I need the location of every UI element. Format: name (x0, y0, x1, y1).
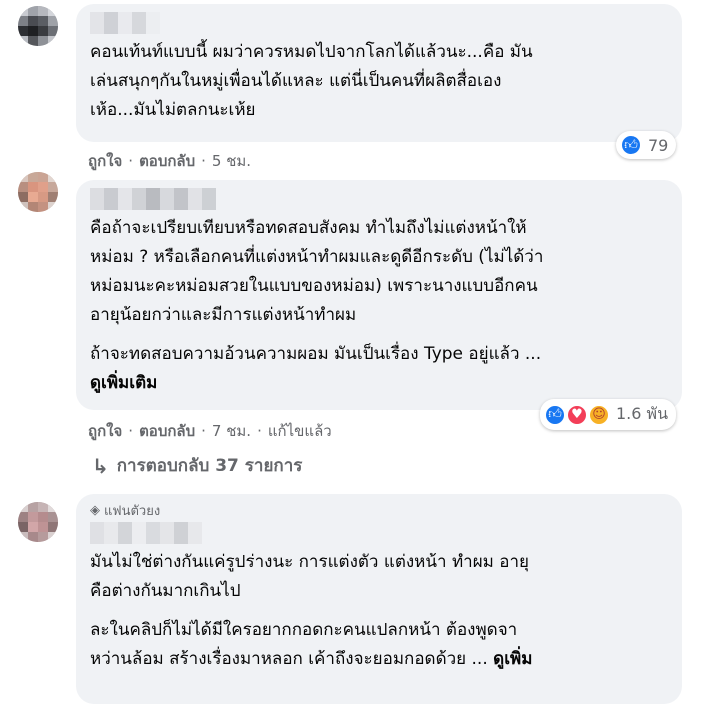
care-icon: ☺ (588, 403, 610, 426)
reaction-summary[interactable]: 👍︎ ♥ ☺ 1.6 พัน (540, 399, 677, 430)
top-fan-badge[interactable]: ◈ แฟนตัวยง (90, 502, 668, 519)
comment-bubble: คือถ้าจะเปรียบเทียบหรือทดสอบสังคม ทำไมถึ… (76, 180, 682, 410)
comment-text: คือถ้าจะเปรียบเทียบหรือทดสอบสังคม ทำไมถึ… (90, 218, 544, 325)
see-more-link[interactable]: ดูเพิ่มเติม (90, 369, 668, 397)
like-icon: 👍︎ (544, 403, 566, 426)
edited-label[interactable]: แก้ไขแล้ว (268, 419, 332, 443)
comment-text: คอนเท้นท์แบบนี้ ผมว่าควรหมดไปจากโลกได้แล… (90, 42, 533, 120)
view-replies-button[interactable]: ↳ การตอบกลับ 37 รายการ (92, 452, 302, 479)
badge-label: แฟนตัวยง (104, 503, 161, 519)
comment-bubble: ◈ แฟนตัวยง มันไม่ใช่ต่างกันแค่รูปร่างนะ … (76, 494, 682, 704)
comment-text: ถ้าจะทดสอบความอ้วนความผอม มันเป็นเรื่อง … (90, 344, 542, 364)
see-more-link[interactable]: ดูเพิ่ม (493, 649, 532, 669)
reply-arrow-icon: ↳ (92, 453, 109, 478)
comment-timestamp[interactable]: 5 ชม. (212, 149, 251, 173)
commenter-name-blurred[interactable] (90, 12, 668, 34)
replies-label: การตอบกลับ 37 รายการ (116, 456, 303, 476)
avatar[interactable] (18, 6, 58, 46)
commenter-name-blurred[interactable] (90, 522, 668, 544)
like-icon: 👍︎ (620, 134, 642, 156)
comment-actions: ถูกใจ · ตอบกลับ · 7 ชม. · แก้ไขแล้ว (88, 419, 332, 443)
reply-button[interactable]: ตอบกลับ (139, 419, 195, 443)
reaction-count: 79 (648, 135, 669, 155)
comment-text: มันไม่ใช่ต่างกันแค่รูปร่างนะ การแต่งตัว … (90, 552, 529, 601)
comment-actions: ถูกใจ · ตอบกลับ · 5 ชม. (88, 149, 251, 173)
comment-timestamp[interactable]: 7 ชม. (212, 419, 251, 443)
commenter-name-blurred[interactable] (90, 188, 668, 210)
comment-text: ละในคลิปก็ไม่ได้มีใครอยากกอดกะคนแปลกหน้า… (90, 620, 518, 669)
avatar[interactable] (18, 172, 58, 212)
diamond-icon: ◈ (90, 502, 100, 518)
love-icon: ♥ (566, 403, 588, 426)
reaction-count: 1.6 พัน (616, 404, 669, 423)
avatar[interactable] (18, 502, 58, 542)
comment-bubble: คอนเท้นท์แบบนี้ ผมว่าควรหมดไปจากโลกได้แล… (76, 4, 682, 142)
reaction-summary[interactable]: 👍︎ 79 (616, 131, 677, 159)
like-button[interactable]: ถูกใจ (88, 419, 122, 443)
like-button[interactable]: ถูกใจ (88, 149, 122, 173)
reply-button[interactable]: ตอบกลับ (139, 149, 195, 173)
